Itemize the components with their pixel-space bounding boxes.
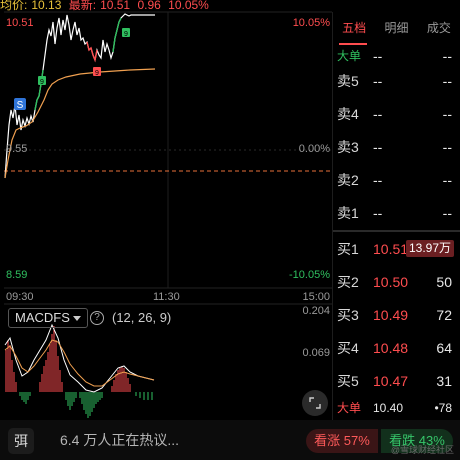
- tab-details[interactable]: 明细: [375, 12, 417, 46]
- ask-label: 卖2: [337, 172, 359, 188]
- time-end-label: 15:00: [302, 291, 330, 303]
- bid-label: 买2: [337, 274, 359, 290]
- bid-row-4[interactable]: 买4 10.48 64: [333, 338, 460, 358]
- tab-five-levels[interactable]: 五档: [333, 12, 375, 46]
- macd-dif-line: [4, 323, 155, 393]
- app-logo-icon[interactable]: 弭: [8, 428, 34, 454]
- pct-mid-label: 0.00%: [298, 143, 330, 155]
- ask-price: --: [373, 205, 383, 221]
- bid-row-5[interactable]: 买5 10.47 31: [333, 371, 460, 391]
- pct-low-label: -10.05%: [289, 269, 330, 281]
- big-sell-price: --: [373, 48, 383, 64]
- bid-price: 10.51: [373, 241, 409, 257]
- time-start-label: 09:30: [6, 291, 34, 303]
- ask-row-3[interactable]: 卖3 -- --: [333, 137, 460, 157]
- big-sell-value: --: [442, 48, 452, 64]
- big-buy-price: 10.40: [373, 401, 404, 415]
- ask-price: --: [373, 73, 383, 89]
- chart-canvas: S 9 9 9: [4, 11, 332, 418]
- macd-histogram-green: [19, 392, 153, 418]
- ask-row-1[interactable]: 卖1 -- --: [333, 203, 460, 223]
- question-circle-icon[interactable]: ?: [90, 311, 104, 325]
- ask-row-5[interactable]: 卖5 -- --: [333, 71, 460, 91]
- bid-volume: 72: [436, 307, 452, 323]
- discussion-entry[interactable]: 6.4 万人正在热议...: [60, 420, 179, 460]
- bid-label: 买5: [337, 373, 359, 389]
- ask-label: 卖3: [337, 139, 359, 155]
- ask-volume: --: [442, 205, 452, 221]
- marker-9c: 9: [124, 31, 128, 38]
- order-book-tabs: 五档 明细 成交: [333, 12, 460, 46]
- bid-volume: 50: [436, 274, 452, 290]
- marker-9a: 9: [40, 79, 44, 86]
- ask-volume: --: [442, 73, 452, 89]
- watermark: @雪球财经社区: [390, 445, 454, 455]
- bid-volume-highlight: 13.97万: [405, 240, 454, 257]
- time-mid-label: 11:30: [153, 291, 180, 303]
- bid-price: 10.48: [373, 340, 409, 356]
- big-buy-value: •78: [434, 401, 452, 415]
- active-tab-indicator: [339, 43, 367, 45]
- bottom-bar: 弭 6.4 万人正在热议... 看涨 57% 看跌 43% @雪球财经社区: [0, 420, 460, 460]
- macd-indicator-selector[interactable]: MACDFS: [8, 308, 88, 328]
- bid-label: 买1: [337, 241, 359, 257]
- tab-trades[interactable]: 成交: [418, 12, 460, 46]
- bid-volume: 31: [436, 373, 452, 389]
- bid-volume: 64: [436, 340, 452, 356]
- chevron-down-icon: [72, 316, 81, 322]
- bid-row-1[interactable]: 买1 10.51 13.97万: [333, 239, 460, 259]
- ask-price: --: [373, 106, 383, 122]
- big-sell-row[interactable]: 大单 -- --: [333, 46, 460, 66]
- ask-row-4[interactable]: 卖4 -- --: [333, 104, 460, 124]
- bid-row-3[interactable]: 买3 10.49 72: [333, 305, 460, 325]
- book-separator: [333, 230, 460, 232]
- ask-label: 卖4: [337, 106, 359, 122]
- bid-price: 10.49: [373, 307, 409, 323]
- price-line: [4, 13, 155, 179]
- ask-row-2[interactable]: 卖2 -- --: [333, 170, 460, 190]
- big-buy-row[interactable]: 大单 10.40 •78: [333, 398, 460, 418]
- price-line-red-segment: [86, 41, 98, 63]
- price-mid-label: 9.55: [6, 143, 28, 155]
- marker-s: S: [17, 100, 24, 111]
- ask-volume: --: [442, 172, 452, 188]
- price-low-label: 8.59: [6, 269, 28, 281]
- pct-high-label: 10.05%: [292, 17, 330, 29]
- order-book-panel: 五档 明细 成交 大单 -- -- 卖5 -- -- 卖4 -- -- 卖3 -- -- 卖…: [333, 12, 460, 420]
- ask-volume: --: [442, 139, 452, 155]
- ask-price: --: [373, 172, 383, 188]
- macd-dea-line: [4, 339, 155, 387]
- ask-label: 卖5: [337, 73, 359, 89]
- ask-volume: --: [442, 106, 452, 122]
- bid-row-2[interactable]: 买2 10.50 50: [333, 272, 460, 292]
- bullish-vote-button[interactable]: 看涨 57%: [306, 429, 378, 453]
- big-buy-label: 大单: [337, 401, 362, 415]
- macd-axis-top: 0.204: [302, 305, 330, 317]
- marker-9b: 9: [95, 70, 99, 77]
- bid-price: 10.47: [373, 373, 409, 389]
- ask-label: 卖1: [337, 205, 359, 221]
- bid-price: 10.50: [373, 274, 409, 290]
- expand-arrows-icon: [309, 397, 321, 409]
- average-price-line: [4, 68, 156, 179]
- price-line-green-segment-2: [112, 17, 122, 53]
- price-high-label: 10.51: [6, 17, 34, 29]
- expand-button[interactable]: [302, 390, 328, 416]
- bid-label: 买4: [337, 340, 359, 356]
- intraday-chart[interactable]: S 9 9 9 10.51 10.05% 9.55 0.00% 8.59 -10…: [0, 0, 332, 420]
- big-sell-label: 大单: [337, 49, 362, 63]
- ask-price: --: [373, 139, 383, 155]
- bid-label: 买3: [337, 307, 359, 323]
- macd-params: (12, 26, 9): [112, 310, 172, 325]
- macd-axis-mid: 0.069: [302, 347, 330, 359]
- macd-title: MACDFS: [15, 310, 70, 325]
